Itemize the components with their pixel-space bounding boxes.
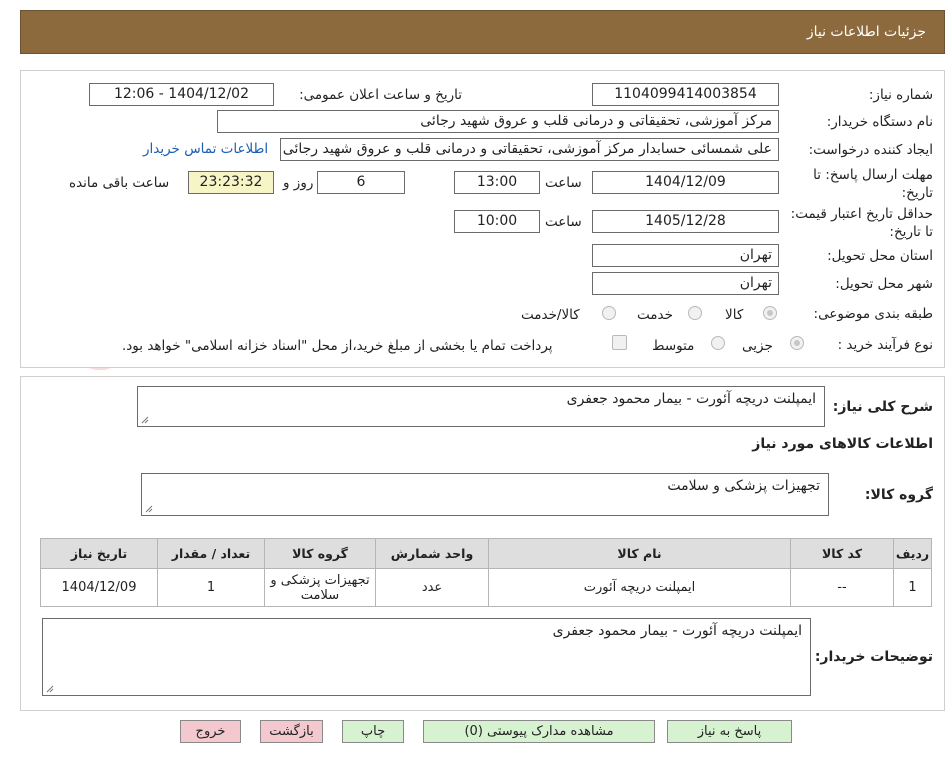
buyer-notes-textarea: ایمپلنت دریچه آئورت - بیمار محمود جعفری — [42, 618, 811, 696]
resize-grip-icon[interactable] — [46, 685, 54, 693]
col-header-goods-name: نام کالا — [488, 538, 791, 569]
exit-button[interactable]: خروج — [180, 720, 241, 743]
need-number-label: شماره نیاز: — [868, 87, 933, 103]
requester-label: ایجاد کننده درخواست: — [808, 142, 933, 158]
goods-table: ردیف کد کالا نام کالا واحد شمارش گروه کا… — [40, 538, 932, 607]
validity-time-field: 10:00 — [454, 210, 540, 233]
cell-quantity: 1 — [157, 568, 265, 607]
category-goods-service-radio[interactable] — [602, 306, 616, 320]
deadline-label: مهلت ارسال پاسخ: تا تاریخ: — [813, 167, 933, 201]
print-button[interactable]: چاپ — [342, 720, 404, 743]
city-field: تهران — [592, 272, 779, 295]
validity-time-label: ساعت — [545, 214, 582, 230]
remaining-time-field: 23:23:32 — [188, 171, 274, 194]
process-type-label: نوع فرآیند خرید : — [837, 337, 933, 353]
table-header-row: ردیف کد کالا نام کالا واحد شمارش گروه کا… — [40, 538, 932, 569]
view-attachments-button[interactable]: مشاهده مدارک پیوستی (0) — [423, 720, 655, 743]
table-row: 1 -- ایمپلنت دریچه آئورت عدد تجهیزات پزش… — [40, 568, 932, 607]
process-partial-label: جزیی — [742, 338, 773, 354]
col-header-row-number: ردیف — [893, 538, 932, 569]
deadline-time-label: ساعت — [545, 175, 582, 191]
category-service-radio[interactable] — [688, 306, 702, 320]
validity-date-field: 1405/12/28 — [592, 210, 779, 233]
col-header-need-date: تاریخ نیاز — [40, 538, 158, 569]
resize-grip-icon[interactable] — [141, 416, 149, 424]
need-number-field: 1104099414003854 — [592, 83, 779, 106]
goods-group-textarea: تجهیزات پزشکی و سلامت — [141, 473, 829, 516]
category-goods-label: کالا — [725, 307, 744, 323]
process-partial-radio[interactable] — [790, 336, 804, 350]
process-medium-label: متوسط — [652, 338, 695, 354]
cell-row-number: 1 — [893, 568, 932, 607]
page-header: جزئیات اطلاعات نیاز — [20, 10, 945, 54]
buyer-notes-label: توضیحات خریدار: — [814, 649, 933, 665]
requester-field: علی شمسائی حسابدار مرکز آموزشی، تحقیقاتی… — [280, 138, 779, 161]
treasury-payment-checkbox[interactable] — [612, 335, 627, 350]
validity-label: حداقل تاریخ اعتبار قیمت: تا تاریخ: — [790, 206, 933, 240]
deadline-time-field: 13:00 — [454, 171, 540, 194]
city-label: شهر محل تحویل: — [835, 276, 933, 292]
category-goods-radio[interactable] — [763, 306, 777, 320]
treasury-payment-note: پرداخت تمام یا بخشی از مبلغ خرید،از محل … — [122, 338, 553, 354]
goods-group-text: تجهیزات پزشکی و سلامت — [667, 478, 820, 494]
reply-button[interactable]: پاسخ به نیاز — [667, 720, 792, 743]
col-header-goods-code: کد کالا — [790, 538, 894, 569]
category-goods-service-label: کالا/خدمت — [521, 307, 580, 323]
announce-datetime-field: 1404/12/02 - 12:06 — [89, 83, 274, 106]
buyer-notes-text: ایمپلنت دریچه آئورت - بیمار محمود جعفری — [552, 623, 802, 639]
days-label: روز و — [283, 175, 314, 191]
cell-unit: عدد — [375, 568, 489, 607]
days-remaining-field: 6 — [317, 171, 405, 194]
back-button[interactable]: بازگشت — [260, 720, 323, 743]
summary-textarea: ایمپلنت دریچه آئورت - بیمار محمود جعفری — [137, 386, 825, 427]
goods-group-label: گروه کالا: — [864, 487, 933, 503]
buyer-org-label: نام دستگاه خریدار: — [826, 114, 933, 130]
cell-need-date: 1404/12/09 — [40, 568, 158, 607]
summary-label: شرح کلی نیاز: — [832, 399, 933, 415]
process-medium-radio[interactable] — [711, 336, 725, 350]
cell-goods-code: -- — [790, 568, 894, 607]
summary-text: ایمپلنت دریچه آئورت - بیمار محمود جعفری — [566, 391, 816, 407]
col-header-goods-group: گروه کالا — [264, 538, 376, 569]
announce-datetime-label: تاریخ و ساعت اعلان عمومی: — [299, 87, 462, 103]
cell-goods-group: تجهیزات پزشکی و سلامت — [264, 568, 376, 607]
resize-grip-icon[interactable] — [145, 505, 153, 513]
col-header-unit: واحد شمارش — [375, 538, 489, 569]
category-service-label: خدمت — [637, 307, 673, 323]
province-field: تهران — [592, 244, 779, 267]
remaining-label: ساعت باقی مانده — [69, 175, 170, 191]
buyer-org-field: مرکز آموزشی، تحقیقاتی و درمانی قلب و عرو… — [217, 110, 779, 133]
cell-goods-name: ایمپلنت دریچه آئورت — [488, 568, 791, 607]
page-title: جزئیات اطلاعات نیاز — [806, 24, 926, 40]
deadline-date-field: 1404/12/09 — [592, 171, 779, 194]
province-label: استان محل تحویل: — [827, 248, 933, 264]
goods-info-title: اطلاعات کالاهای مورد نیاز — [752, 436, 933, 452]
col-header-quantity: تعداد / مقدار — [157, 538, 265, 569]
category-label: طبقه بندی موضوعی: — [813, 306, 933, 322]
buyer-contact-link[interactable]: اطلاعات تماس خریدار — [143, 141, 268, 157]
